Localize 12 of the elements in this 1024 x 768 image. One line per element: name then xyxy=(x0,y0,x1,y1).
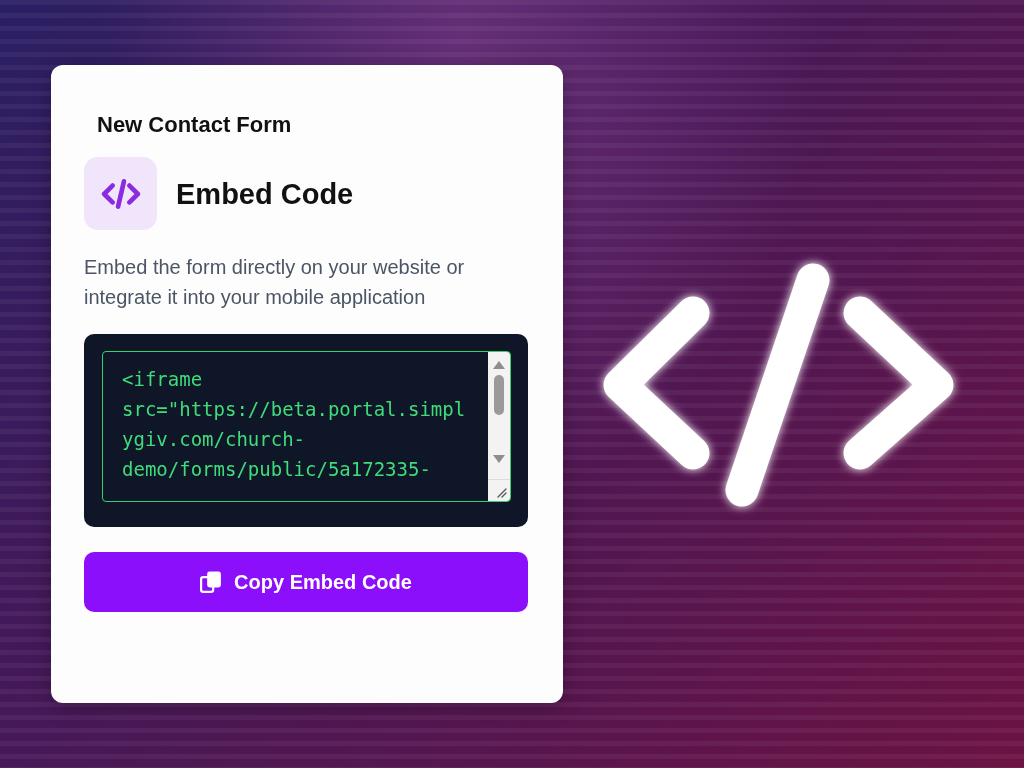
description-text: Embed the form directly on your website or integrate it into your mobile application xyxy=(84,255,466,310)
scroll-down-icon[interactable] xyxy=(493,455,505,463)
copy-embed-code-button[interactable]: Copy Embed Code xyxy=(84,552,528,612)
form-title: New Contact Form xyxy=(97,111,292,139)
section-heading: Embed Code xyxy=(176,176,354,212)
scrollbar[interactable] xyxy=(488,352,510,501)
scroll-up-icon[interactable] xyxy=(493,361,505,369)
copy-icon xyxy=(200,571,223,593)
code-field[interactable]: <iframe src="https://beta.portal.simplygiv.com/church-demo/forms/public/5a172335- xyxy=(102,351,511,502)
code-icon xyxy=(84,157,157,230)
scroll-thumb[interactable] xyxy=(494,375,504,415)
resize-grip-icon[interactable] xyxy=(497,488,507,498)
